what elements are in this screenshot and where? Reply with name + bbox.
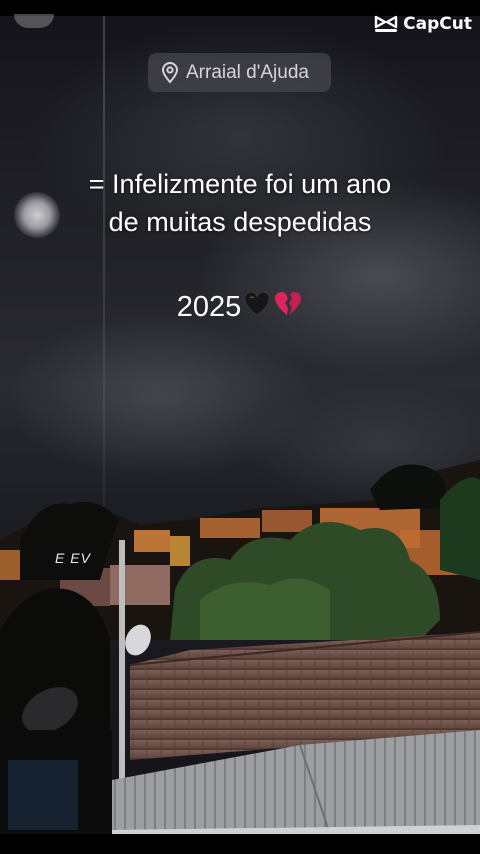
capcut-brand-text: CapCut [403,14,472,34]
broken-heart-icon [273,289,303,327]
caption-text: = Infelizmente foi um ano de muitas desp… [40,165,440,241]
caption-line-2: de muitas despedidas [108,207,372,237]
capcut-watermark: CapCut [374,12,472,36]
location-pin-icon [161,61,179,83]
caption-line-1: = Infelizmente foi um ano [88,169,392,199]
bottom-letterbox [0,834,480,854]
capcut-logo-icon [374,15,398,32]
black-heart-icon [243,289,271,327]
graffiti-text: E EV [55,550,91,566]
year-line: 2025 [40,288,440,327]
night-townscape [0,460,480,834]
location-tag[interactable]: Arraial d'Ajuda [148,53,331,92]
location-label: Arraial d'Ajuda [186,61,309,83]
video-frame: CapCut Arraial d'Ajuda = Infelizmente fo… [0,0,480,854]
year-text: 2025 [176,291,242,323]
